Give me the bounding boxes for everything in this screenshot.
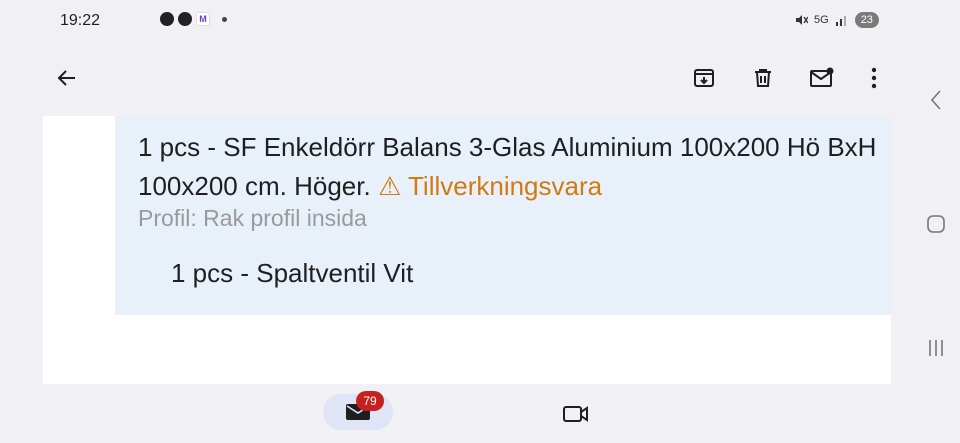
messenger-icon: [160, 12, 174, 26]
more-vertical-icon: [871, 67, 877, 89]
unread-count-badge: 79: [356, 391, 384, 411]
video-camera-icon: [563, 406, 588, 422]
notification-icons: M: [110, 12, 227, 26]
system-back-button[interactable]: [920, 84, 952, 116]
system-navigation: [910, 0, 960, 443]
arrow-left-icon: [57, 70, 75, 86]
system-home-button[interactable]: [920, 208, 952, 240]
more-notifications-icon: [222, 16, 227, 22]
status-indicators: 5G 23: [794, 12, 879, 28]
network-type: 5G: [814, 14, 829, 26]
order-item-2: 1 pcs - Spaltventil Vit: [171, 258, 414, 288]
delete-button[interactable]: [747, 62, 779, 94]
order-item-1: 1 pcs - SF Enkeldörr Balans 3-Glas Alumi…: [138, 128, 878, 206]
archive-button[interactable]: [688, 62, 720, 94]
trash-icon: [755, 69, 771, 87]
toolbar: [0, 44, 910, 116]
status-bar: 19:22 M 5G 23: [0, 0, 890, 44]
status-time: 19:22: [60, 12, 101, 29]
mail-unread-icon: [810, 67, 834, 87]
recents-icon: [929, 340, 943, 356]
signal-icon: [835, 16, 846, 26]
archive-icon: [694, 69, 714, 87]
made-to-order-warning: ⚠ Tillverkningsvara: [377, 171, 603, 201]
app-icon: M: [196, 12, 210, 26]
meet-tab[interactable]: [560, 398, 592, 430]
mute-icon: [796, 15, 808, 25]
profile-note: Profil: Rak profil insida: [138, 205, 367, 231]
more-options-button[interactable]: [858, 62, 890, 94]
home-square-icon: [927, 215, 945, 233]
messenger-icon: [178, 12, 192, 26]
battery-indicator: 23: [854, 12, 879, 28]
back-button[interactable]: [51, 62, 83, 94]
system-recents-button[interactable]: [920, 332, 952, 364]
bottom-navigation: 79: [0, 384, 910, 443]
chevron-left-icon: [930, 90, 941, 110]
mark-unread-button[interactable]: [806, 62, 838, 94]
